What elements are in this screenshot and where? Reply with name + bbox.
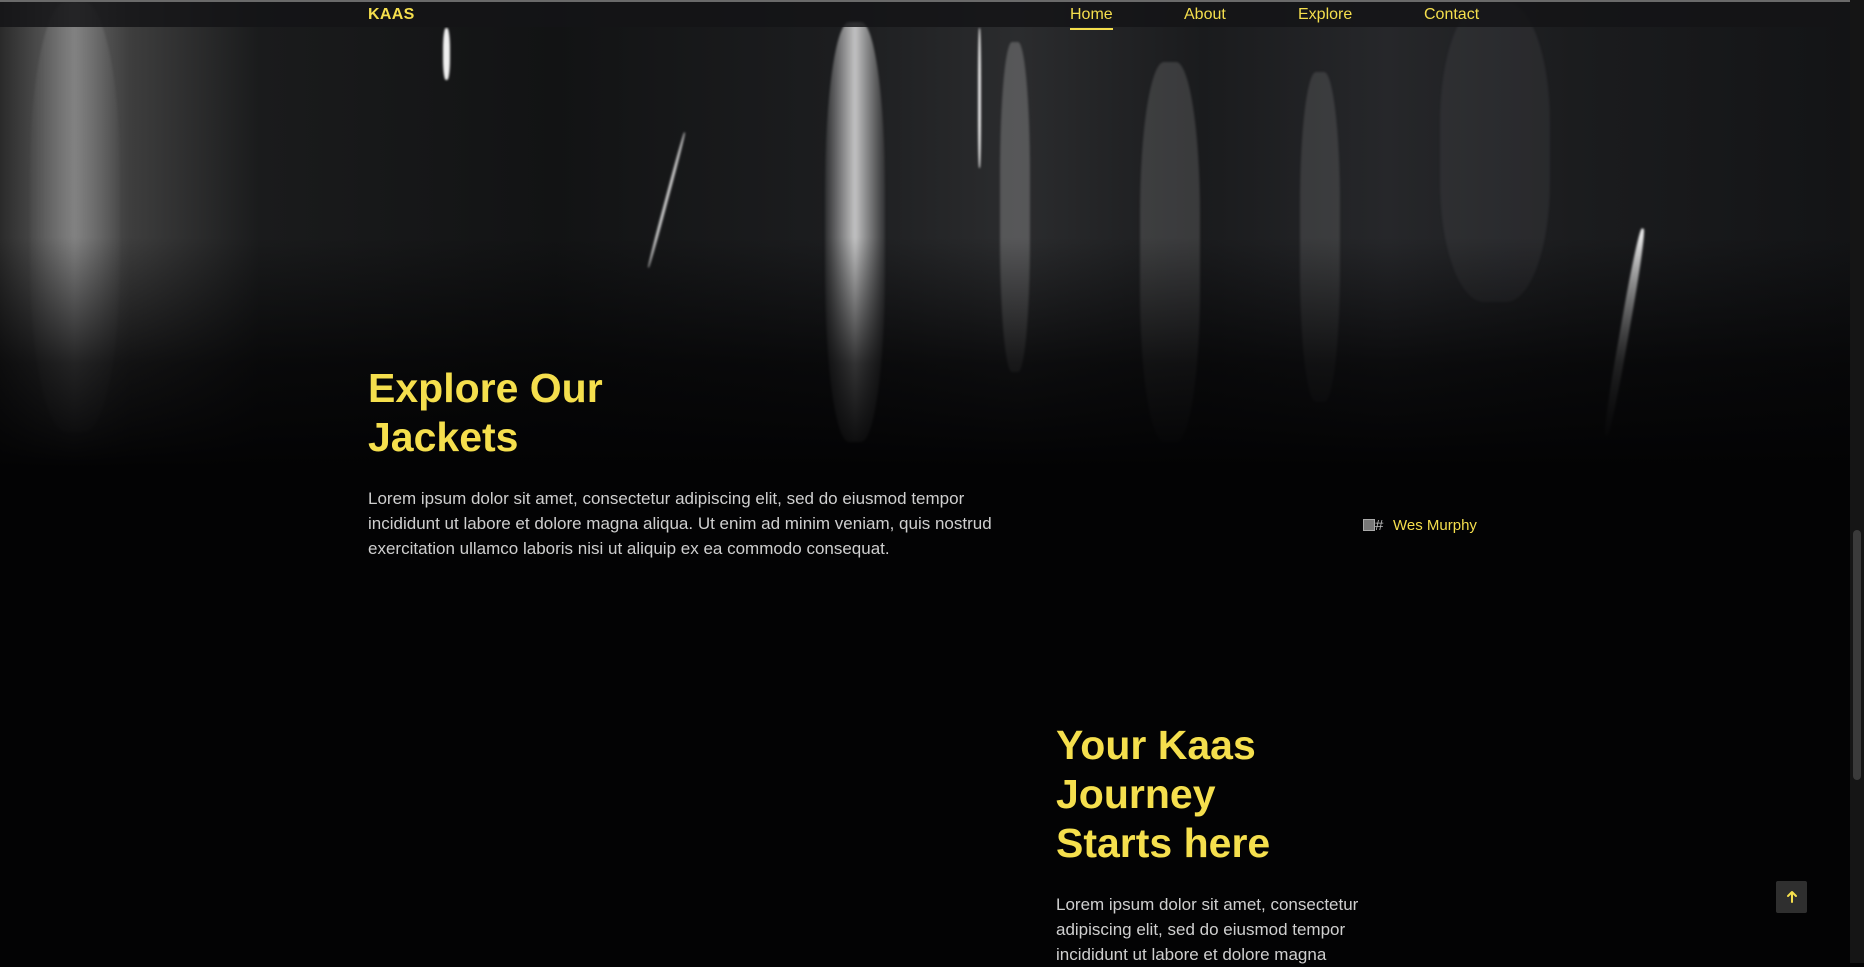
- journey-title-line-3: Starts here: [1056, 820, 1271, 866]
- page-scrollbar[interactable]: [1850, 0, 1864, 963]
- back-to-top-button[interactable]: [1776, 881, 1807, 913]
- nav-link-contact[interactable]: Contact: [1424, 6, 1479, 24]
- journey-title-line-1: Your Kaas: [1056, 722, 1256, 768]
- author-name[interactable]: Wes Murphy: [1393, 517, 1477, 534]
- journey-body-text: Lorem ipsum dolor sit amet, consectetur …: [1056, 895, 1359, 964]
- author-credit[interactable]: # Wes Murphy: [1363, 516, 1477, 534]
- brand-logo[interactable]: KAAS: [368, 6, 415, 24]
- avatar-icon: [1363, 519, 1375, 531]
- scrollbar-thumb[interactable]: [1853, 530, 1861, 780]
- avatar-alt-text: #: [1375, 516, 1384, 534]
- nav-link-explore[interactable]: Explore: [1298, 6, 1352, 24]
- arrow-up-icon: [1786, 891, 1797, 903]
- journey-title-line-2: Journey: [1056, 771, 1216, 817]
- journey-title: Your Kaas Journey Starts here: [1056, 721, 1376, 868]
- hero-title: Explore Our Jackets: [368, 364, 603, 462]
- broken-image-icon: #: [1363, 516, 1387, 534]
- top-navbar: KAAS Home About Explore Contact: [0, 2, 1850, 30]
- hero-title-line-1: Explore Our: [368, 365, 603, 411]
- nav-link-about[interactable]: About: [1184, 6, 1226, 24]
- hero-title-line-2: Jackets: [368, 414, 519, 460]
- nav-link-home[interactable]: Home: [1070, 6, 1113, 30]
- hero-background-image: [0, 2, 1850, 467]
- hero-body-text: Lorem ipsum dolor sit amet, consectetur …: [368, 489, 992, 558]
